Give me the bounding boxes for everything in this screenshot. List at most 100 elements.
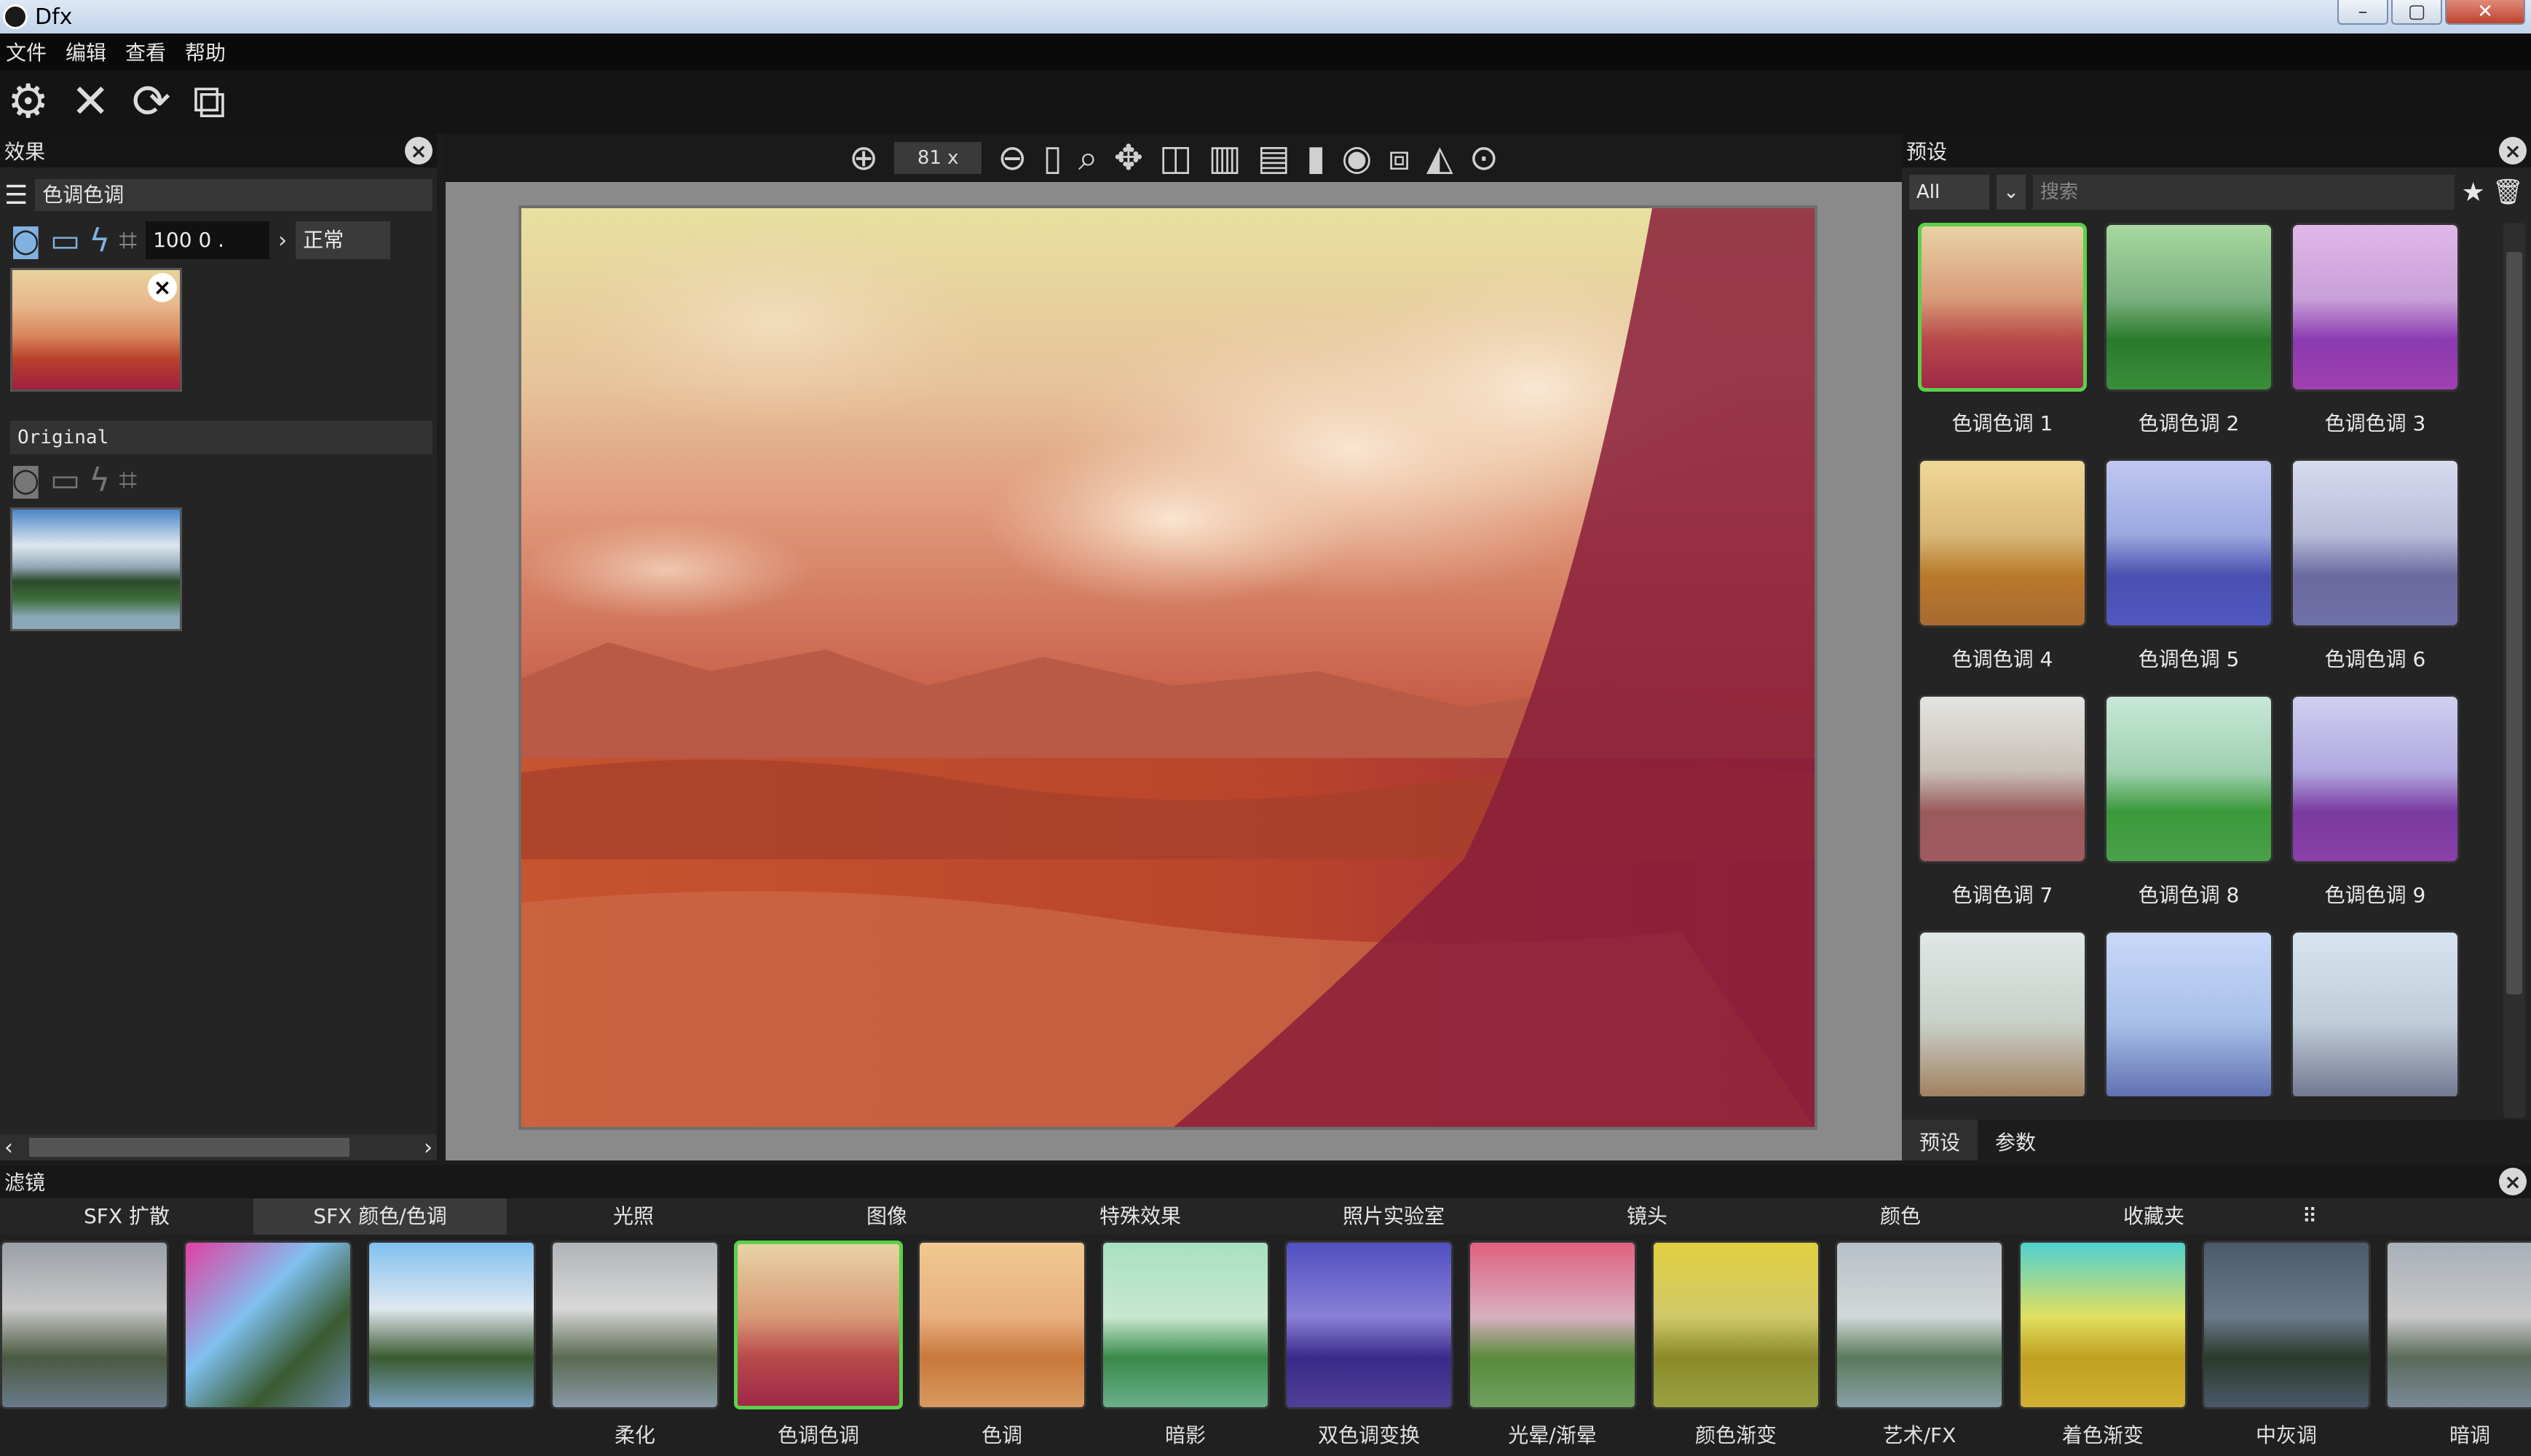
tab-parameters[interactable]: 参数: [1978, 1120, 2053, 1160]
trash-icon[interactable]: 🗑: [2492, 178, 2524, 207]
scroll-right-icon[interactable]: ›: [424, 1135, 433, 1160]
filter-thumbnail: [367, 1241, 536, 1409]
gear-icon[interactable]: ⚙: [7, 79, 49, 125]
preset-tile[interactable]: [2103, 930, 2275, 1096]
maximize-button[interactable]: ▢: [2391, 0, 2442, 25]
close-window-button[interactable]: ✕: [2445, 0, 2525, 25]
frame-capture-icon[interactable]: ⧈: [1388, 138, 1410, 179]
split-side-icon[interactable]: ▥: [1208, 138, 1241, 178]
category-tab[interactable]: SFX 颜色/色调: [253, 1198, 507, 1235]
star-icon[interactable]: ★: [2462, 178, 2485, 207]
filter-tile[interactable]: 颜色渐变: [1651, 1241, 1820, 1447]
zoom-in-icon[interactable]: ⊕: [849, 138, 878, 178]
snapshot-frame-icon[interactable]: ⧉: [193, 79, 226, 125]
filter-tile[interactable]: 暗影: [1101, 1241, 1270, 1447]
filter-tile[interactable]: 双色调变换: [1284, 1241, 1453, 1447]
filter-tile[interactable]: [367, 1241, 536, 1444]
single-view-icon[interactable]: ▮: [1306, 138, 1325, 178]
filter-label: 着色渐变: [2061, 1423, 2144, 1447]
close-panel-icon[interactable]: ×: [405, 137, 433, 165]
filter-tile[interactable]: [183, 1241, 352, 1444]
preset-tile[interactable]: 色调色调 3: [2289, 223, 2461, 437]
filter-thumbnail: [2202, 1241, 2371, 1409]
amount-input[interactable]: 100 0 .: [146, 221, 270, 259]
preset-tile[interactable]: 色调色调 4: [1916, 459, 2088, 673]
menu-file[interactable]: 文件: [6, 37, 47, 66]
category-tab[interactable]: 特殊效果: [1014, 1198, 1267, 1235]
remove-effect-icon[interactable]: ×: [148, 273, 177, 302]
preset-tile[interactable]: [2289, 930, 2461, 1096]
chevron-right-icon[interactable]: ›: [278, 228, 287, 253]
category-tab[interactable]: 图像: [760, 1198, 1014, 1235]
histogram-icon[interactable]: ◭: [1426, 138, 1453, 178]
category-tab[interactable]: SFX 扩散: [0, 1198, 253, 1235]
scroll-left-icon[interactable]: ‹: [4, 1135, 13, 1160]
close-panel-icon[interactable]: ×: [2499, 1168, 2527, 1195]
category-tab[interactable]: 照片实验室: [1267, 1198, 1520, 1235]
split-horizontal-icon[interactable]: ▤: [1257, 138, 1290, 178]
preset-tile[interactable]: 色调色调 5: [2103, 459, 2275, 673]
original-thumbnail[interactable]: [10, 507, 182, 631]
blend-mode-select[interactable]: 正常: [296, 221, 391, 259]
presets-vertical-scrollbar[interactable]: [2503, 223, 2525, 1118]
preview-image[interactable]: [518, 205, 1817, 1130]
chevron-down-icon[interactable]: ⌄: [1997, 175, 2026, 210]
filter-tile[interactable]: [0, 1241, 169, 1444]
filter-tile[interactable]: 光晕/渐晕: [1468, 1241, 1637, 1447]
filter-thumbnail: [1284, 1241, 1453, 1409]
filter-tile[interactable]: 艺术/FX: [1835, 1241, 2004, 1447]
preset-thumbnail: [1918, 695, 2087, 863]
landscape-photo: [521, 208, 1815, 1127]
crop-icon: ⌗: [119, 462, 138, 499]
filter-tile[interactable]: 柔化: [550, 1241, 719, 1447]
filter-tile[interactable]: 色调: [917, 1241, 1086, 1447]
crop-icon[interactable]: ⌗: [119, 222, 137, 259]
filters-panel: 滤镜 × SFX 扩散 SFX 颜色/色调 光照 图像 特殊效果 照片实验室 镜…: [0, 1165, 2531, 1456]
tab-presets[interactable]: 预设: [1902, 1120, 1978, 1160]
fit-view-icon[interactable]: ▯: [1043, 138, 1062, 178]
filter-tile[interactable]: 暗调: [2385, 1241, 2531, 1447]
refresh-icon[interactable]: ⟳: [132, 79, 171, 125]
zoom-level-input[interactable]: 81 x: [894, 142, 982, 174]
filter-tile[interactable]: 色调色调: [734, 1241, 903, 1447]
preset-tile[interactable]: 色调色调 1: [1916, 223, 2088, 437]
preset-search-input[interactable]: 搜索: [2033, 175, 2455, 210]
preset-tile[interactable]: [1916, 930, 2088, 1096]
split-vertical-icon[interactable]: ◫: [1159, 138, 1192, 178]
filter-label: 艺术/FX: [1882, 1423, 1957, 1447]
camera-icon[interactable]: ◉: [1341, 138, 1372, 178]
preset-tile[interactable]: 色调色调 8: [2103, 695, 2275, 909]
preset-tile[interactable]: 色调色调 7: [1916, 695, 2088, 909]
monitor-icon[interactable]: ▭: [50, 222, 81, 259]
menu-view[interactable]: 查看: [125, 37, 166, 66]
effects-panel-title: 效果: [4, 140, 46, 164]
menu-help[interactable]: 帮助: [185, 37, 226, 66]
loupe-icon[interactable]: ⊙: [1469, 138, 1499, 178]
grid-view-icon[interactable]: ⠿: [2281, 1198, 2339, 1235]
category-tab[interactable]: 收藏夹: [2027, 1198, 2281, 1235]
close-panel-icon[interactable]: ×: [2499, 137, 2527, 165]
category-tab[interactable]: 颜色: [1774, 1198, 2027, 1235]
effect-name[interactable]: 色调色调: [35, 179, 433, 211]
magnifier-icon[interactable]: ⌕: [1078, 138, 1098, 179]
pan-move-icon[interactable]: ✥: [1114, 138, 1143, 178]
effects-horizontal-scrollbar[interactable]: ‹ ›: [0, 1134, 437, 1160]
scroll-thumb[interactable]: [29, 1138, 350, 1157]
preset-category-select[interactable]: All: [1909, 175, 1989, 210]
lightning-icon[interactable]: ϟ: [89, 222, 110, 259]
effect-layer-row[interactable]: ☰ 色调色调: [4, 176, 437, 214]
menu-edit[interactable]: 编辑: [66, 37, 106, 66]
scroll-thumb[interactable]: [2506, 252, 2522, 994]
preset-tile[interactable]: 色调色调 2: [2103, 223, 2275, 437]
category-tab[interactable]: 镜头: [1520, 1198, 1774, 1235]
minimize-button[interactable]: –: [2337, 0, 2388, 25]
preset-tile[interactable]: 色调色调 9: [2289, 695, 2461, 909]
category-tab[interactable]: 光照: [507, 1198, 760, 1235]
effect-thumbnail[interactable]: ×: [10, 268, 182, 392]
mask-icon[interactable]: ◙: [10, 222, 42, 259]
filter-tile[interactable]: 中灰调: [2202, 1241, 2371, 1447]
preset-tile[interactable]: 色调色调 6: [2289, 459, 2461, 673]
zoom-out-icon[interactable]: ⊖: [998, 138, 1027, 178]
filter-tile[interactable]: 着色渐变: [2018, 1241, 2187, 1447]
close-x-icon[interactable]: ✕: [71, 79, 110, 125]
